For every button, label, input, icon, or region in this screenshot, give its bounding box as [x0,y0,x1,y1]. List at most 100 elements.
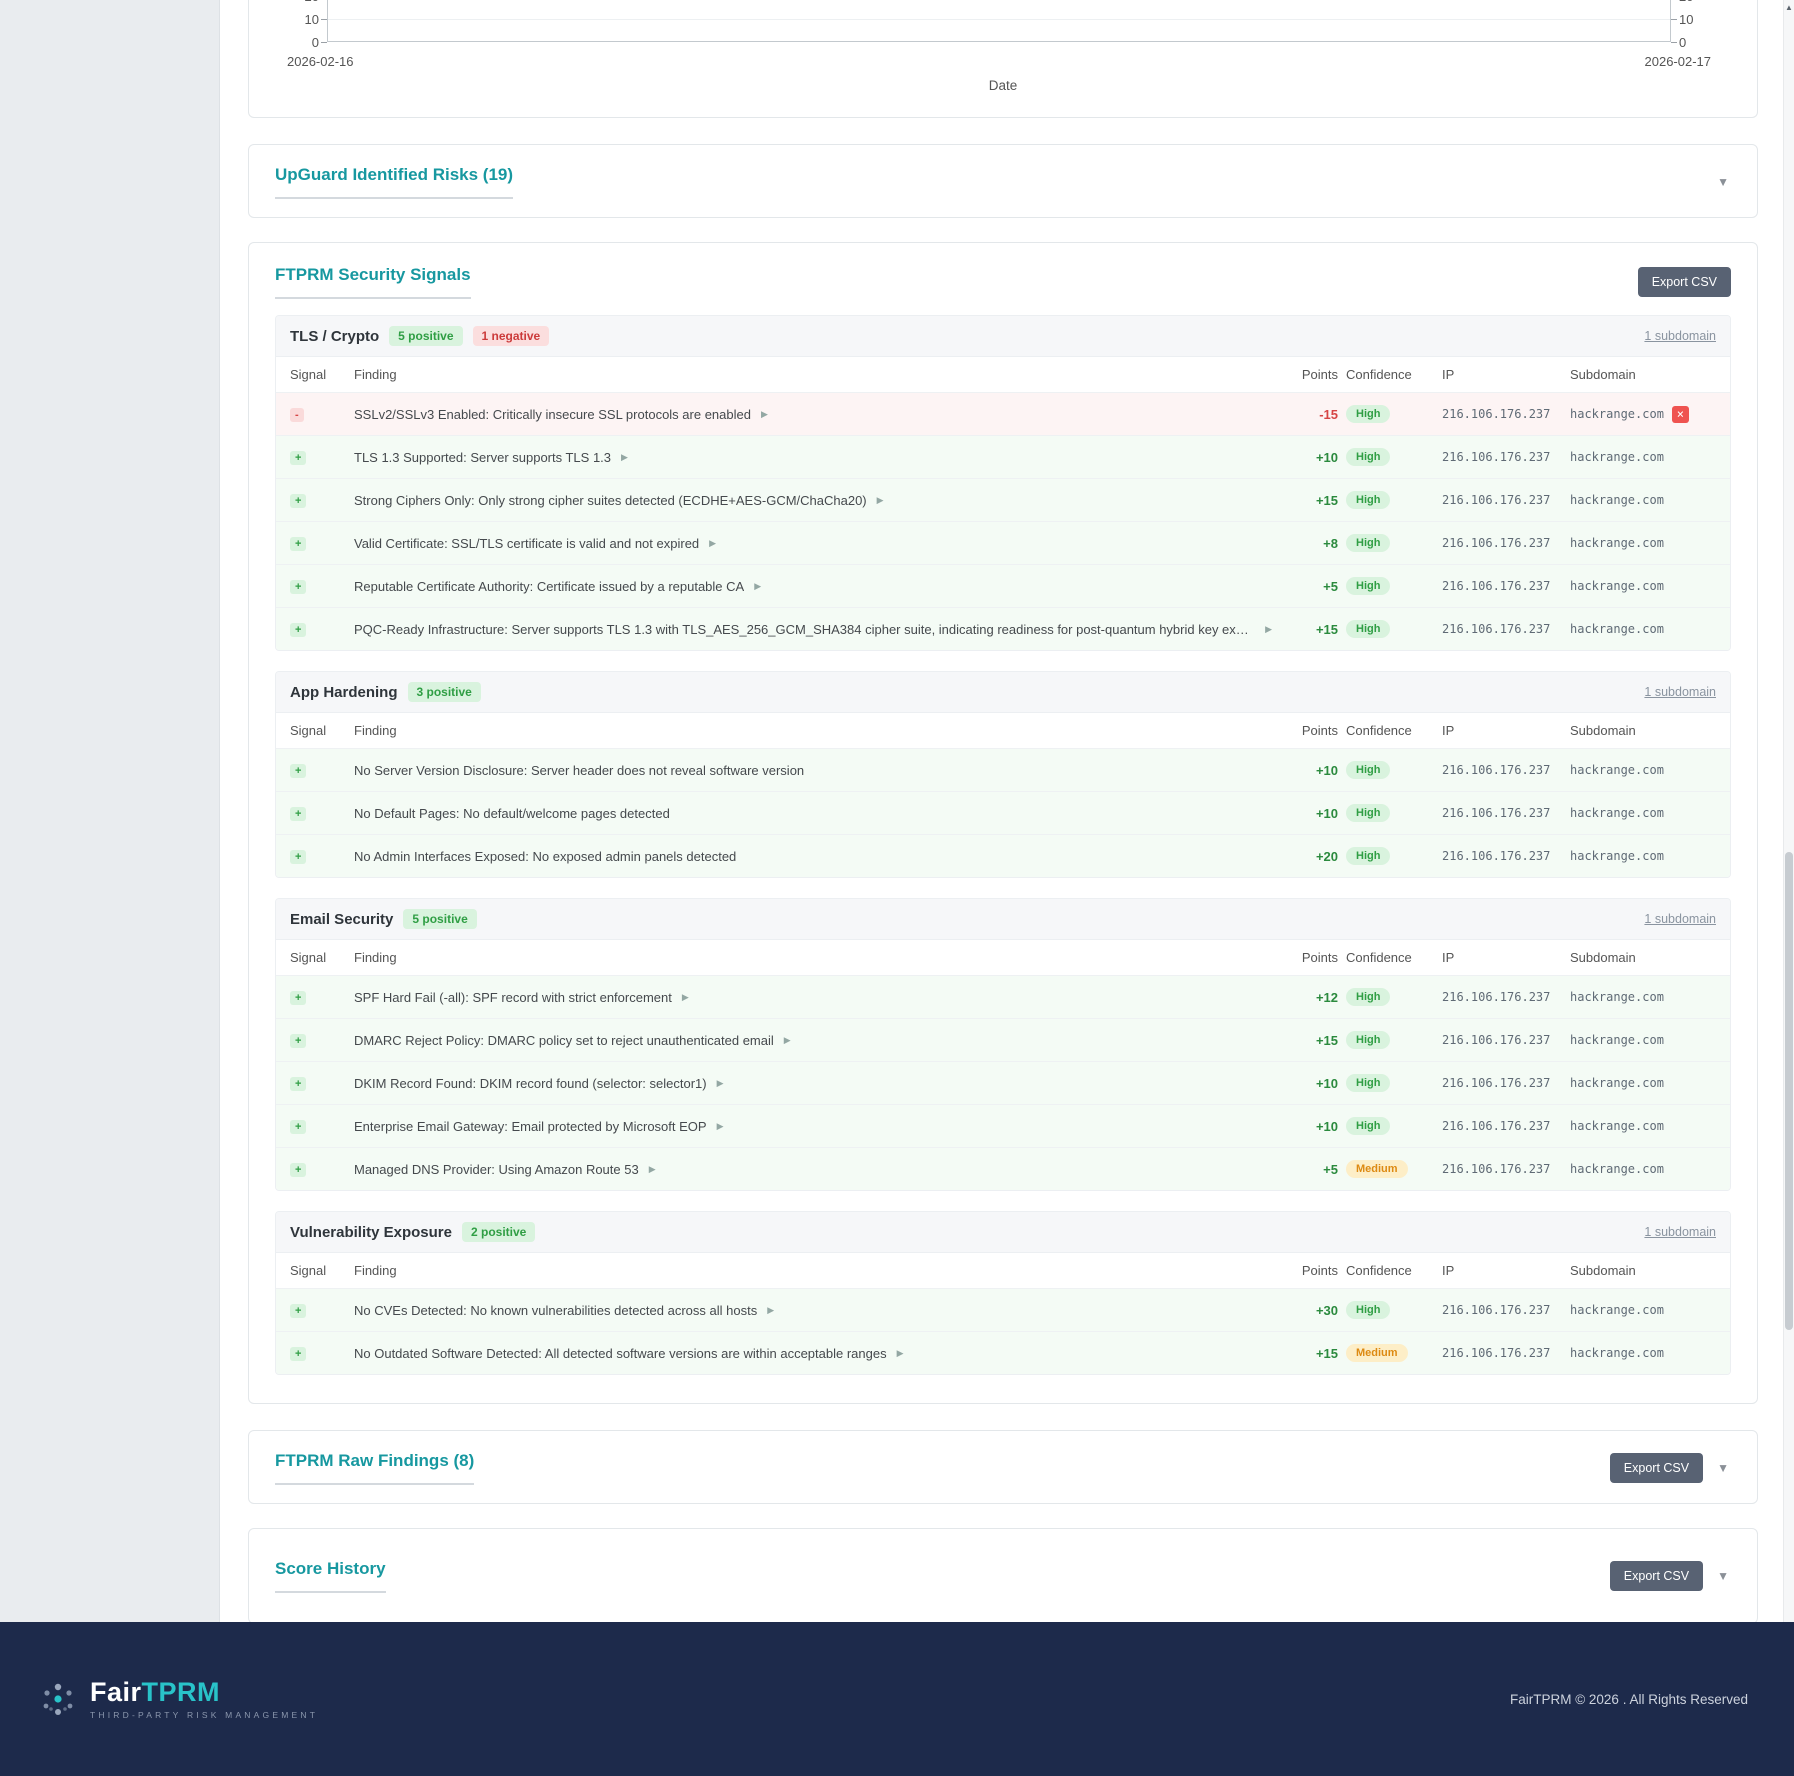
positive-count-badge: 2 positive [462,1222,535,1242]
export-csv-button[interactable]: Export CSV [1610,1453,1703,1483]
expand-arrow-icon[interactable]: ▶ [709,538,716,549]
points-value: +5 [1280,579,1338,594]
ip-value: 216.106.176.237 [1442,1033,1562,1047]
column-header-points: Points [1280,723,1338,738]
signal-badge: + [290,764,306,778]
subdomain-value: hackrange.com [1570,1119,1664,1133]
finding-text: No Server Version Disclosure: Server hea… [354,763,804,778]
positive-count-badge: 3 positive [408,682,481,702]
subdomain-link[interactable]: 1 subdomain [1644,685,1716,699]
expand-arrow-icon[interactable]: ▶ [767,1305,774,1316]
expand-arrow-icon[interactable]: ▶ [1265,624,1272,635]
expand-arrow-icon[interactable]: ▶ [877,495,884,506]
finding-cell: PQC-Ready Infrastructure: Server support… [354,622,1272,637]
table-header-row: SignalFindingPointsConfidenceIPSubdomain [276,713,1730,749]
y-axis-tick [1671,19,1677,20]
confidence-badge: High [1346,1031,1390,1049]
column-header-subdomain: Subdomain [1570,1263,1716,1278]
ip-value: 216.106.176.237 [1442,1119,1562,1133]
signal-cell: - [290,406,346,422]
finding-cell: TLS 1.3 Supported: Server supports TLS 1… [354,450,1272,465]
subdomain-cell: hackrange.com [1570,536,1716,550]
chart-gridline [328,19,1670,20]
expand-arrow-icon[interactable]: ▶ [649,1164,656,1175]
chevron-down-icon[interactable]: ▼ [1717,1461,1729,1475]
subdomain-link[interactable]: 1 subdomain [1644,329,1716,343]
signal-cell: + [290,989,346,1005]
finding-text: Strong Ciphers Only: Only strong cipher … [354,493,867,508]
export-csv-button[interactable]: Export CSV [1638,267,1731,297]
confidence-cell: High [1346,804,1434,822]
signal-badge: + [290,1120,306,1134]
subdomain-value: hackrange.com [1570,622,1664,636]
points-value: +15 [1280,622,1338,637]
column-header-confidence: Confidence [1346,723,1434,738]
subdomain-cell: hackrange.com [1570,1303,1716,1317]
points-value: +15 [1280,1033,1338,1048]
finding-text: TLS 1.3 Supported: Server supports TLS 1… [354,450,611,465]
subdomain-cell: hackrange.com × [1570,406,1716,423]
column-header-confidence: Confidence [1346,367,1434,382]
finding-cell: Managed DNS Provider: Using Amazon Route… [354,1162,1272,1177]
subdomain-link[interactable]: 1 subdomain [1644,1225,1716,1239]
dismiss-button[interactable]: × [1672,406,1689,423]
subdomain-value: hackrange.com [1570,407,1664,421]
security-signals-header: FTPRM Security Signals Export CSV [275,265,1731,299]
expand-arrow-icon[interactable]: ▶ [621,452,628,463]
finding-cell: No Server Version Disclosure: Server hea… [354,763,1272,778]
signal-badge: + [290,1077,306,1091]
confidence-badge: Medium [1346,1344,1408,1362]
subdomain-value: hackrange.com [1570,536,1664,550]
upguard-risks-title: UpGuard Identified Risks (19) [275,165,513,199]
confidence-cell: High [1346,1301,1434,1319]
subdomain-link[interactable]: 1 subdomain [1644,912,1716,926]
raw-findings-actions: Export CSV ▼ [1610,1453,1729,1483]
expand-arrow-icon[interactable]: ▶ [754,581,761,592]
finding-cell: No CVEs Detected: No known vulnerabiliti… [354,1303,1272,1318]
subdomain-value: hackrange.com [1570,849,1664,863]
confidence-badge: High [1346,577,1390,595]
finding-text: PQC-Ready Infrastructure: Server support… [354,622,1255,637]
signal-table-row: +No Admin Interfaces Exposed: No exposed… [276,835,1730,877]
signal-badge: - [290,408,304,422]
subdomain-cell: hackrange.com [1570,1346,1716,1360]
signal-cell: + [290,492,346,508]
subdomain-value: hackrange.com [1570,763,1664,777]
finding-text: Managed DNS Provider: Using Amazon Route… [354,1162,639,1177]
expand-arrow-icon[interactable]: ▶ [717,1121,724,1132]
points-value: +10 [1280,806,1338,821]
signal-table-row: +TLS 1.3 Supported: Server supports TLS … [276,436,1730,479]
finding-cell: No Admin Interfaces Exposed: No exposed … [354,849,1272,864]
ip-value: 216.106.176.237 [1442,990,1562,1004]
ip-value: 216.106.176.237 [1442,579,1562,593]
export-csv-button[interactable]: Export CSV [1610,1561,1703,1591]
scrollbar-thumb[interactable] [1785,852,1793,1330]
subdomain-value: hackrange.com [1570,990,1664,1004]
y-axis-tick-label: 0 [1679,35,1711,50]
expand-arrow-icon[interactable]: ▶ [717,1078,724,1089]
expand-arrow-icon[interactable]: ▶ [761,409,768,420]
upguard-risks-card: UpGuard Identified Risks (19) ▼ [248,144,1758,218]
finding-cell: Valid Certificate: SSL/TLS certificate i… [354,536,1272,551]
confidence-cell: High [1346,534,1434,552]
confidence-cell: High [1346,405,1434,423]
confidence-badge: High [1346,534,1390,552]
raw-findings-title: FTPRM Raw Findings (8) [275,1451,474,1485]
ip-value: 216.106.176.237 [1442,622,1562,636]
column-header-confidence: Confidence [1346,1263,1434,1278]
chevron-down-icon[interactable]: ▼ [1717,175,1729,189]
confidence-badge: High [1346,804,1390,822]
signal-cell: + [290,1302,346,1318]
chevron-down-icon[interactable]: ▼ [1717,1569,1729,1583]
points-value: +10 [1280,763,1338,778]
subdomain-cell: hackrange.com [1570,579,1716,593]
expand-arrow-icon[interactable]: ▶ [682,992,689,1003]
finding-cell: Strong Ciphers Only: Only strong cipher … [354,493,1272,508]
expand-arrow-icon[interactable]: ▶ [897,1348,904,1359]
vertical-scrollbar[interactable]: ▲ [1783,0,1794,1622]
expand-arrow-icon[interactable]: ▶ [784,1035,791,1046]
confidence-cell: High [1346,577,1434,595]
confidence-cell: High [1346,620,1434,638]
points-value: +15 [1280,1346,1338,1361]
scrollbar-up-arrow-icon[interactable]: ▲ [1784,0,1794,12]
